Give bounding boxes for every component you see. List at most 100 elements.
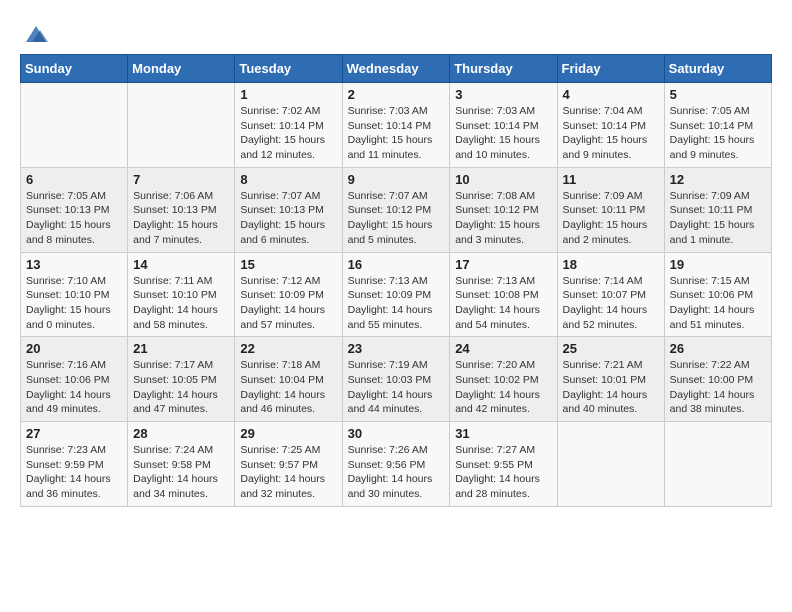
weekday-header-saturday: Saturday <box>664 55 771 83</box>
calendar-cell: 21 Sunrise: 7:17 AM Sunset: 10:05 PM Day… <box>128 337 235 422</box>
day-number: 20 <box>26 341 122 356</box>
day-info: Sunrise: 7:06 AM Sunset: 10:13 PM Daylig… <box>133 189 229 248</box>
calendar-cell: 6 Sunrise: 7:05 AM Sunset: 10:13 PM Dayl… <box>21 167 128 252</box>
day-info: Sunrise: 7:12 AM Sunset: 10:09 PM Daylig… <box>240 274 336 333</box>
weekday-header-wednesday: Wednesday <box>342 55 450 83</box>
weekday-header-monday: Monday <box>128 55 235 83</box>
day-info: Sunrise: 7:02 AM Sunset: 10:14 PM Daylig… <box>240 104 336 163</box>
day-number: 26 <box>670 341 766 356</box>
day-number: 14 <box>133 257 229 272</box>
calendar-cell: 10 Sunrise: 7:08 AM Sunset: 10:12 PM Day… <box>450 167 557 252</box>
day-info: Sunrise: 7:05 AM Sunset: 10:13 PM Daylig… <box>26 189 122 248</box>
day-info: Sunrise: 7:24 AM Sunset: 9:58 PM Dayligh… <box>133 443 229 502</box>
calendar-cell: 25 Sunrise: 7:21 AM Sunset: 10:01 PM Day… <box>557 337 664 422</box>
logo <box>20 20 50 44</box>
page-header <box>20 20 772 44</box>
calendar-table: SundayMondayTuesdayWednesdayThursdayFrid… <box>20 54 772 507</box>
day-number: 22 <box>240 341 336 356</box>
day-info: Sunrise: 7:03 AM Sunset: 10:14 PM Daylig… <box>348 104 445 163</box>
day-info: Sunrise: 7:07 AM Sunset: 10:13 PM Daylig… <box>240 189 336 248</box>
calendar-cell: 12 Sunrise: 7:09 AM Sunset: 10:11 PM Day… <box>664 167 771 252</box>
calendar-cell: 7 Sunrise: 7:06 AM Sunset: 10:13 PM Dayl… <box>128 167 235 252</box>
calendar-cell: 27 Sunrise: 7:23 AM Sunset: 9:59 PM Dayl… <box>21 422 128 507</box>
day-number: 5 <box>670 87 766 102</box>
day-number: 6 <box>26 172 122 187</box>
day-info: Sunrise: 7:20 AM Sunset: 10:02 PM Daylig… <box>455 358 551 417</box>
week-row-1: 1 Sunrise: 7:02 AM Sunset: 10:14 PM Dayl… <box>21 83 772 168</box>
calendar-cell: 17 Sunrise: 7:13 AM Sunset: 10:08 PM Day… <box>450 252 557 337</box>
day-number: 18 <box>563 257 659 272</box>
calendar-cell: 22 Sunrise: 7:18 AM Sunset: 10:04 PM Day… <box>235 337 342 422</box>
day-info: Sunrise: 7:13 AM Sunset: 10:09 PM Daylig… <box>348 274 445 333</box>
day-info: Sunrise: 7:08 AM Sunset: 10:12 PM Daylig… <box>455 189 551 248</box>
day-info: Sunrise: 7:13 AM Sunset: 10:08 PM Daylig… <box>455 274 551 333</box>
calendar-cell: 4 Sunrise: 7:04 AM Sunset: 10:14 PM Dayl… <box>557 83 664 168</box>
day-number: 3 <box>455 87 551 102</box>
day-info: Sunrise: 7:26 AM Sunset: 9:56 PM Dayligh… <box>348 443 445 502</box>
day-number: 1 <box>240 87 336 102</box>
calendar-cell: 19 Sunrise: 7:15 AM Sunset: 10:06 PM Day… <box>664 252 771 337</box>
day-info: Sunrise: 7:25 AM Sunset: 9:57 PM Dayligh… <box>240 443 336 502</box>
calendar-cell: 5 Sunrise: 7:05 AM Sunset: 10:14 PM Dayl… <box>664 83 771 168</box>
weekday-header-sunday: Sunday <box>21 55 128 83</box>
day-number: 2 <box>348 87 445 102</box>
week-row-3: 13 Sunrise: 7:10 AM Sunset: 10:10 PM Day… <box>21 252 772 337</box>
day-number: 21 <box>133 341 229 356</box>
weekday-header-friday: Friday <box>557 55 664 83</box>
day-number: 23 <box>348 341 445 356</box>
day-number: 19 <box>670 257 766 272</box>
calendar-cell: 2 Sunrise: 7:03 AM Sunset: 10:14 PM Dayl… <box>342 83 450 168</box>
day-info: Sunrise: 7:09 AM Sunset: 10:11 PM Daylig… <box>563 189 659 248</box>
calendar-cell: 26 Sunrise: 7:22 AM Sunset: 10:00 PM Day… <box>664 337 771 422</box>
day-info: Sunrise: 7:07 AM Sunset: 10:12 PM Daylig… <box>348 189 445 248</box>
day-number: 17 <box>455 257 551 272</box>
day-info: Sunrise: 7:16 AM Sunset: 10:06 PM Daylig… <box>26 358 122 417</box>
day-info: Sunrise: 7:09 AM Sunset: 10:11 PM Daylig… <box>670 189 766 248</box>
day-info: Sunrise: 7:23 AM Sunset: 9:59 PM Dayligh… <box>26 443 122 502</box>
day-number: 29 <box>240 426 336 441</box>
day-info: Sunrise: 7:14 AM Sunset: 10:07 PM Daylig… <box>563 274 659 333</box>
day-info: Sunrise: 7:05 AM Sunset: 10:14 PM Daylig… <box>670 104 766 163</box>
week-row-2: 6 Sunrise: 7:05 AM Sunset: 10:13 PM Dayl… <box>21 167 772 252</box>
calendar-cell: 14 Sunrise: 7:11 AM Sunset: 10:10 PM Day… <box>128 252 235 337</box>
calendar-cell: 15 Sunrise: 7:12 AM Sunset: 10:09 PM Day… <box>235 252 342 337</box>
day-number: 28 <box>133 426 229 441</box>
day-info: Sunrise: 7:17 AM Sunset: 10:05 PM Daylig… <box>133 358 229 417</box>
weekday-header-row: SundayMondayTuesdayWednesdayThursdayFrid… <box>21 55 772 83</box>
calendar-cell: 30 Sunrise: 7:26 AM Sunset: 9:56 PM Dayl… <box>342 422 450 507</box>
weekday-header-thursday: Thursday <box>450 55 557 83</box>
calendar-cell <box>21 83 128 168</box>
day-number: 12 <box>670 172 766 187</box>
calendar-cell: 11 Sunrise: 7:09 AM Sunset: 10:11 PM Day… <box>557 167 664 252</box>
day-info: Sunrise: 7:22 AM Sunset: 10:00 PM Daylig… <box>670 358 766 417</box>
day-info: Sunrise: 7:10 AM Sunset: 10:10 PM Daylig… <box>26 274 122 333</box>
day-number: 31 <box>455 426 551 441</box>
day-number: 13 <box>26 257 122 272</box>
logo-icon <box>22 20 50 48</box>
calendar-cell <box>128 83 235 168</box>
week-row-4: 20 Sunrise: 7:16 AM Sunset: 10:06 PM Day… <box>21 337 772 422</box>
day-info: Sunrise: 7:21 AM Sunset: 10:01 PM Daylig… <box>563 358 659 417</box>
calendar-cell: 28 Sunrise: 7:24 AM Sunset: 9:58 PM Dayl… <box>128 422 235 507</box>
calendar-cell: 13 Sunrise: 7:10 AM Sunset: 10:10 PM Day… <box>21 252 128 337</box>
day-number: 30 <box>348 426 445 441</box>
day-number: 25 <box>563 341 659 356</box>
day-info: Sunrise: 7:18 AM Sunset: 10:04 PM Daylig… <box>240 358 336 417</box>
calendar-cell: 23 Sunrise: 7:19 AM Sunset: 10:03 PM Day… <box>342 337 450 422</box>
day-number: 27 <box>26 426 122 441</box>
calendar-cell: 18 Sunrise: 7:14 AM Sunset: 10:07 PM Day… <box>557 252 664 337</box>
day-number: 11 <box>563 172 659 187</box>
weekday-header-tuesday: Tuesday <box>235 55 342 83</box>
calendar-cell: 3 Sunrise: 7:03 AM Sunset: 10:14 PM Dayl… <box>450 83 557 168</box>
week-row-5: 27 Sunrise: 7:23 AM Sunset: 9:59 PM Dayl… <box>21 422 772 507</box>
calendar-cell: 24 Sunrise: 7:20 AM Sunset: 10:02 PM Day… <box>450 337 557 422</box>
day-number: 9 <box>348 172 445 187</box>
day-info: Sunrise: 7:27 AM Sunset: 9:55 PM Dayligh… <box>455 443 551 502</box>
day-number: 24 <box>455 341 551 356</box>
day-info: Sunrise: 7:15 AM Sunset: 10:06 PM Daylig… <box>670 274 766 333</box>
day-info: Sunrise: 7:03 AM Sunset: 10:14 PM Daylig… <box>455 104 551 163</box>
calendar-cell: 29 Sunrise: 7:25 AM Sunset: 9:57 PM Dayl… <box>235 422 342 507</box>
day-info: Sunrise: 7:11 AM Sunset: 10:10 PM Daylig… <box>133 274 229 333</box>
day-number: 7 <box>133 172 229 187</box>
calendar-cell: 31 Sunrise: 7:27 AM Sunset: 9:55 PM Dayl… <box>450 422 557 507</box>
